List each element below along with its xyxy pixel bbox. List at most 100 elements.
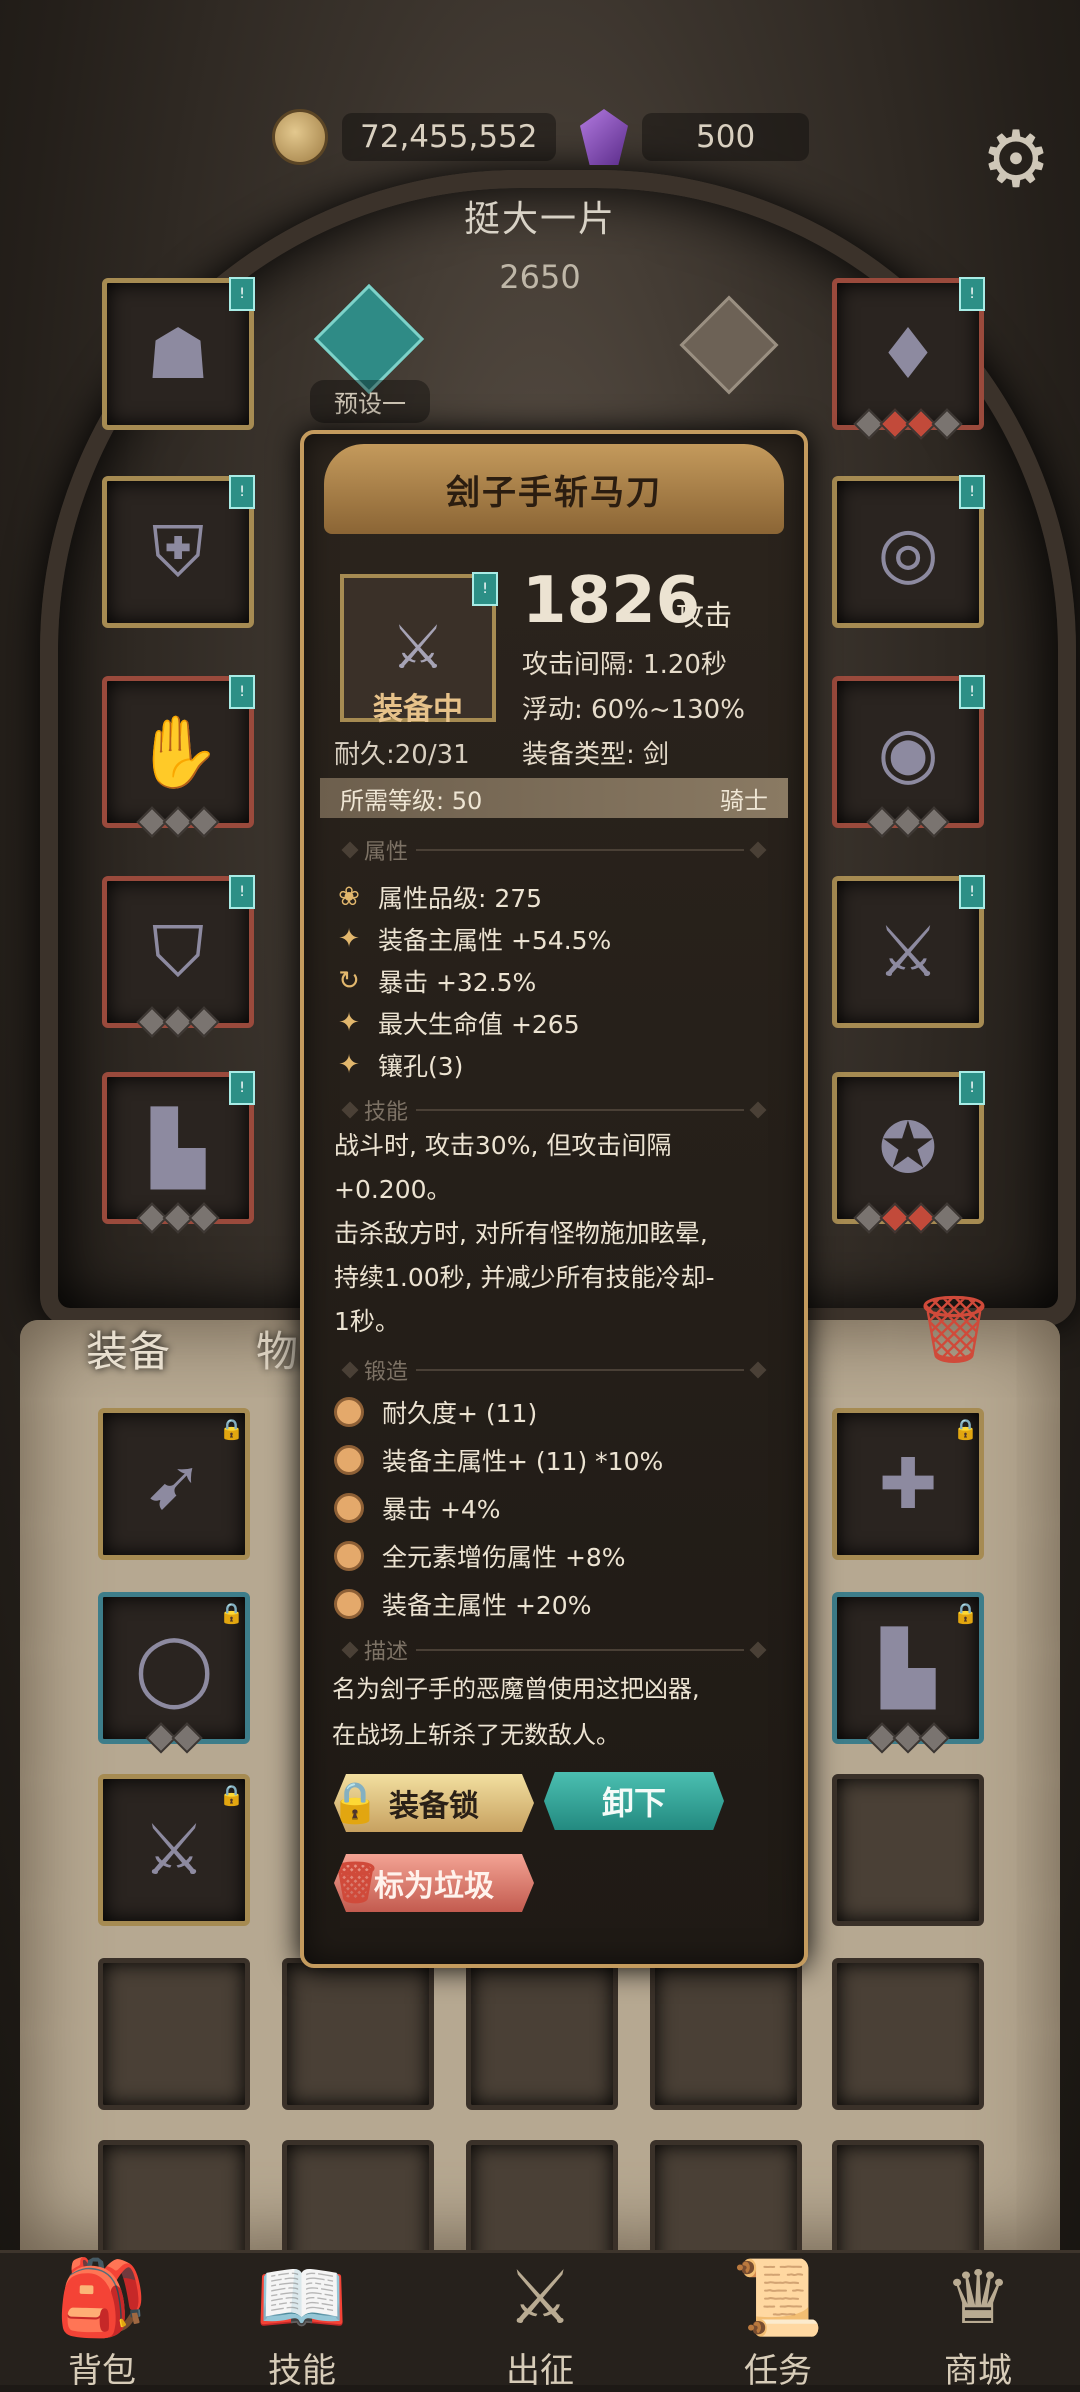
forge-dot-icon <box>334 1589 364 1619</box>
new-tag-icon: ! <box>229 875 255 909</box>
forge-line: 装备主属性+ (11) *10% <box>334 1442 663 1478</box>
required-level: 所需等级: 50 <box>340 786 483 815</box>
new-tag-icon: ! <box>229 475 255 509</box>
unequip-button[interactable]: 卸下 <box>544 1772 724 1830</box>
forge-line: 装备主属性 +20% <box>334 1586 591 1622</box>
padlock-icon: 🔒 <box>330 1780 380 1826</box>
forge-dot-icon <box>334 1445 364 1475</box>
player-score: 2650 <box>499 258 581 296</box>
new-tag-icon: ! <box>959 277 985 311</box>
equip-slot-necklace[interactable]: ♦! <box>832 277 985 440</box>
scroll-icon: 📜 <box>731 2255 825 2341</box>
new-tag-icon: ! <box>959 675 985 709</box>
equip-slot-boots[interactable]: ▙! <box>102 1071 255 1234</box>
inventory-slot-empty[interactable] <box>282 1958 434 2110</box>
nav-battle[interactable]: ⚔ 出征 <box>440 2253 640 2391</box>
inventory-slot-empty[interactable] <box>832 1958 984 2110</box>
forge-line: 全元素增伤属性 +8% <box>334 1538 626 1574</box>
player-name: 挺大一片 <box>463 199 616 240</box>
gold-display: 72,455,552 <box>272 105 556 169</box>
inventory-item[interactable]: ⚔ 🔒 <box>98 1774 250 1926</box>
forge-dot-icon <box>334 1397 364 1427</box>
attribute-line: ❀ 属性品级: 275 <box>334 879 542 915</box>
inventory-slot-empty[interactable] <box>832 1774 984 1926</box>
gem-icon <box>580 109 628 165</box>
tab-equipment[interactable]: 装备 <box>86 1318 170 1379</box>
inventory-slot-empty[interactable] <box>98 1958 250 2110</box>
requirement-bar: 所需等级: 50 骑士 <box>320 778 788 818</box>
new-tag-icon: ! <box>472 572 498 606</box>
inventory-item[interactable]: ▙ 🔒 <box>832 1592 984 1754</box>
required-class: 骑士 <box>720 786 768 815</box>
lock-icon: 🔒 <box>219 1417 244 1441</box>
equip-slot-bracelet[interactable]: ◎! <box>832 475 985 628</box>
sword-icon: ⚔ <box>506 2255 574 2341</box>
shop-icon: ♛ <box>944 2255 1012 2341</box>
section-description: 描述 <box>341 1634 767 1666</box>
lock-icon: 🔒 <box>219 1783 244 1807</box>
equip-slot-legs[interactable]: ⛉! <box>102 875 255 1038</box>
attack-value: 1826 <box>522 564 701 638</box>
trash-icon: 🗑 <box>330 1860 381 1906</box>
item-description: 名为刽子手的恶魔曾使用这把凶器, 在战场上斩杀了无数敌人。 <box>332 1675 700 1749</box>
settings-gear-icon[interactable]: ⚙ <box>976 120 1056 200</box>
equip-slot-ring[interactable]: ◉! <box>832 675 985 838</box>
skill-book-icon: 📖 <box>255 2255 349 2341</box>
sparkle-icon: ✦ <box>338 1008 360 1038</box>
attribute-line: ✦ 装备主属性 +54.5% <box>334 921 611 957</box>
backpack-icon: 🎒 <box>55 2255 149 2341</box>
lock-icon: 🔒 <box>953 1601 978 1625</box>
section-skills: 技能 <box>341 1094 767 1126</box>
attribute-line: ✦ 镶孔(3) <box>334 1047 463 1083</box>
new-tag-icon: ! <box>229 277 255 311</box>
bottom-navigation: 🎒 背包 📖 技能 ⚔ 出征 📜 任务 ♛ 商城 <box>0 2250 1080 2391</box>
mark-junk-button[interactable]: 🗑 标为垃圾 <box>334 1854 534 1912</box>
section-forge: 锻造 <box>341 1354 767 1386</box>
new-tag-icon: ! <box>229 1071 255 1105</box>
nav-shop[interactable]: ♛ 商城 <box>878 2253 1078 2391</box>
inventory-slot-empty[interactable] <box>650 1958 802 2110</box>
gem-display: 500 <box>580 105 810 169</box>
trash-icon[interactable]: 🗑 <box>912 1290 996 1370</box>
inventory-item[interactable]: ◯ 🔒 <box>98 1592 250 1754</box>
skill-description: 战斗时, 攻击30%, 但攻击间隔 +0.200。 击杀敌方时, 对所有怪物施加… <box>334 1131 715 1336</box>
section-attributes: 属性 <box>341 834 767 866</box>
forge-dot-icon <box>334 1541 364 1571</box>
inventory-slot-empty[interactable] <box>466 1958 618 2110</box>
durability: 耐久:20/31 <box>334 740 470 770</box>
nav-backpack[interactable]: 🎒 背包 <box>2 2253 202 2391</box>
equipment-lock-button[interactable]: 🔒 装备锁 <box>334 1774 534 1832</box>
cycle-icon: ↻ <box>338 966 360 996</box>
preset-label[interactable]: 预设一 <box>310 380 430 423</box>
new-tag-icon: ! <box>229 675 255 709</box>
equip-slot-armor[interactable]: ⛨! <box>102 475 255 628</box>
attack-unit: 攻击 <box>676 599 733 632</box>
attribute-line: ✦ 最大生命值 +265 <box>334 1005 580 1041</box>
nav-quests[interactable]: 📜 任务 <box>678 2253 878 2391</box>
attack-interval: 攻击间隔: 1.20秒 <box>522 650 727 680</box>
equip-slot-helmet[interactable]: ☗! <box>102 277 255 430</box>
nav-skills[interactable]: 📖 技能 <box>202 2253 402 2391</box>
forge-dot-icon <box>334 1493 364 1523</box>
sparkle-icon: ✦ <box>338 924 360 954</box>
gem-value: 500 <box>642 113 810 161</box>
equip-slot-gloves[interactable]: ✋! <box>102 675 255 838</box>
equip-slot-accessory[interactable]: ✪! <box>832 1071 985 1234</box>
attribute-line: ↻ 暴击 +32.5% <box>334 963 536 999</box>
lotus-icon: ❀ <box>338 882 360 912</box>
inventory-item[interactable]: ➹ 🔒 <box>98 1408 250 1560</box>
new-tag-icon: ! <box>959 475 985 509</box>
item-name: 刽子手斩马刀 <box>324 444 784 534</box>
equipment-type: 装备类型: 剑 <box>522 740 670 770</box>
forge-line: 暴击 +4% <box>334 1490 501 1526</box>
lock-icon: 🔒 <box>953 1417 978 1441</box>
damage-float: 浮动: 60%~130% <box>522 695 745 725</box>
lock-icon: 🔒 <box>219 1601 244 1625</box>
inventory-item[interactable]: ✚ 🔒 <box>832 1408 984 1560</box>
coin-icon <box>272 109 328 165</box>
equip-slot-weapon[interactable]: ⚔! <box>832 875 985 1028</box>
new-tag-icon: ! <box>959 875 985 909</box>
forge-line: 耐久度+ (11) <box>334 1394 537 1430</box>
new-tag-icon: ! <box>959 1071 985 1105</box>
sparkle-icon: ✦ <box>338 1050 360 1080</box>
